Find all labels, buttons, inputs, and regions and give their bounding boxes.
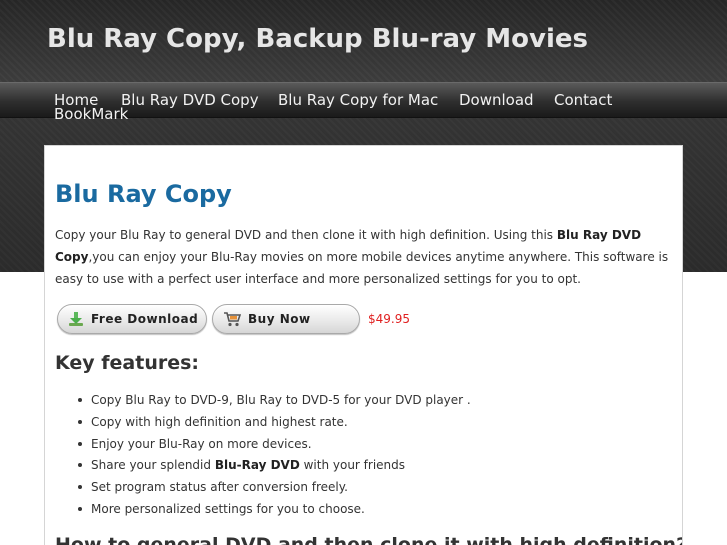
free-download-label: Free Download	[91, 312, 199, 326]
feature-text: Set program status after conversion free…	[91, 480, 348, 495]
bullet-icon	[78, 441, 82, 446]
features-heading: Key features:	[55, 352, 200, 374]
bullet-icon	[78, 463, 82, 468]
bullet-icon	[78, 506, 82, 511]
feature-bold-text: Blu-Ray DVD	[214, 458, 300, 473]
feature-text: with your friends	[299, 458, 406, 473]
nav-item-blu-ray-copy-mac[interactable]: Blu Ray Copy for Mac	[278, 91, 438, 109]
list-item: Enjoy your Blu-Ray on more devices.	[78, 433, 671, 455]
intro-text-2: ,you can enjoy your Blu-Ray movies on mo…	[55, 250, 669, 286]
feature-text: Enjoy your Blu-Ray on more devices.	[91, 436, 312, 451]
list-item: More personalized settings for you to ch…	[78, 498, 671, 520]
site-title[interactable]: Blu Ray Copy, Backup Blu-ray Movies	[47, 24, 588, 54]
free-download-button[interactable]: Free Download	[57, 304, 207, 334]
features-list: Copy Blu Ray to DVD-9, Blu Ray to DVD-5 …	[78, 389, 671, 520]
bullet-icon	[78, 485, 82, 490]
price-label: $49.95	[368, 312, 410, 326]
list-item: Copy Blu Ray to DVD-9, Blu Ray to DVD-5 …	[78, 389, 671, 411]
nav-item-bookmark[interactable]: BookMark	[54, 105, 128, 123]
feature-text: Copy with high definition and highest ra…	[91, 414, 348, 429]
list-item: Share your splendid Blu-Ray DVD with you…	[78, 454, 671, 476]
main-nav: Home Blu Ray DVD Copy Blu Ray Copy for M…	[0, 82, 727, 123]
feature-text: Share your splendid	[91, 458, 215, 473]
list-item: Set program status after conversion free…	[78, 476, 671, 498]
bullet-icon	[78, 419, 82, 424]
how-to-heading: How to general DVD and then clone it wit…	[55, 534, 683, 545]
nav-item-blu-ray-dvd-copy[interactable]: Blu Ray DVD Copy	[121, 91, 259, 109]
nav-item-download[interactable]: Download	[459, 91, 534, 109]
site-header: Blu Ray Copy, Backup Blu-ray Movies	[0, 0, 727, 82]
intro-paragraph: Copy your Blu Ray to general DVD and the…	[55, 224, 675, 290]
feature-text: More personalized settings for you to ch…	[91, 501, 365, 516]
intro-text-1: Copy your Blu Ray to general DVD and the…	[55, 228, 557, 242]
page-title: Blu Ray Copy	[55, 180, 232, 208]
buy-now-label: Buy Now	[248, 312, 311, 326]
list-item: Copy with high definition and highest ra…	[78, 411, 671, 433]
feature-text: Copy Blu Ray to DVD-9, Blu Ray to DVD-5 …	[91, 393, 471, 407]
shopping-cart-icon	[223, 311, 242, 330]
bullet-icon	[78, 398, 82, 402]
buy-now-button[interactable]: Buy Now	[212, 304, 360, 334]
download-arrow-icon	[68, 311, 84, 330]
content-panel: Blu Ray Copy Copy your Blu Ray to genera…	[44, 145, 683, 545]
nav-item-contact[interactable]: Contact	[554, 91, 612, 109]
